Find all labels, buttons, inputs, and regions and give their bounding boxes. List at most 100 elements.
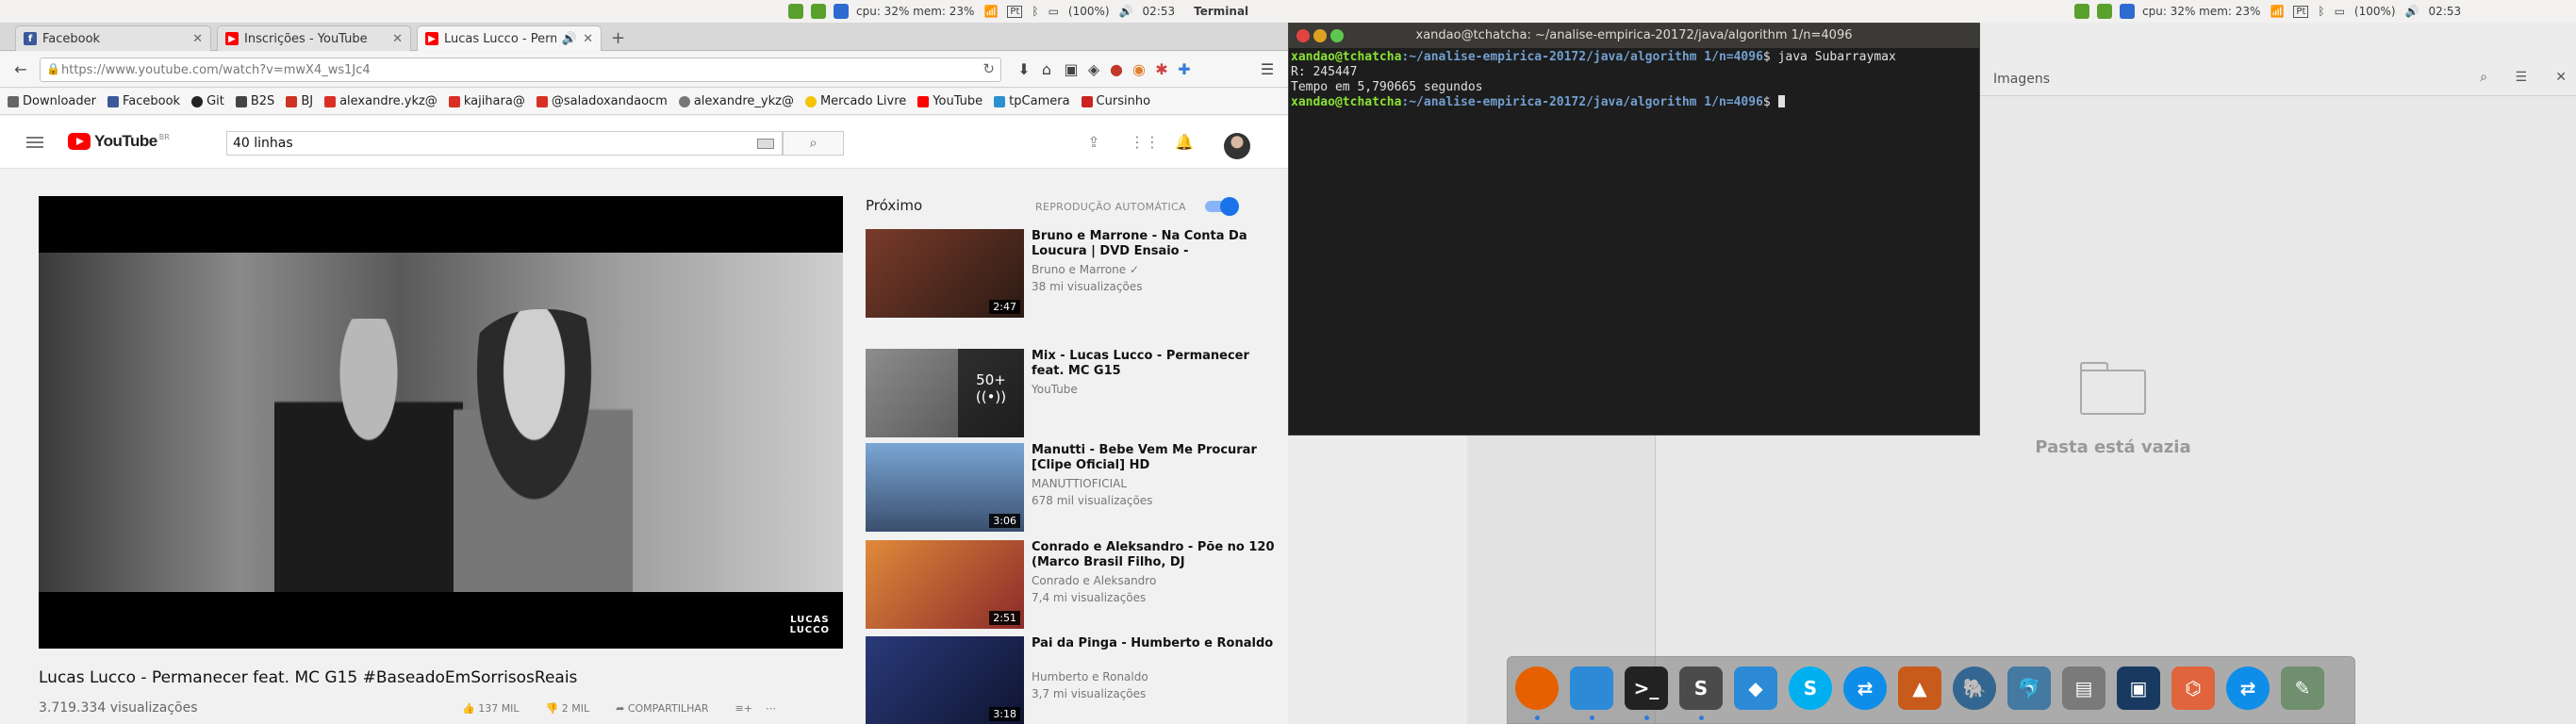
apps-icon[interactable]: ⋮⋮ [1130, 133, 1160, 152]
volume-icon[interactable]: 🔊 [1119, 5, 1133, 18]
updates-icon[interactable] [2074, 4, 2089, 19]
search-icon[interactable]: ⌕ [2480, 70, 2487, 85]
teamviewer-icon[interactable]: ⇄ [1843, 666, 1887, 710]
volume-icon[interactable]: 🔊 [2405, 5, 2419, 18]
extension-icon[interactable]: ◈ [1084, 60, 1103, 79]
recommendation-channel[interactable]: YouTube [1032, 383, 1078, 396]
recommendation-channel[interactable]: MANUTTIOFICIAL [1032, 477, 1127, 490]
finder-icon[interactable] [1570, 666, 1613, 710]
dislike-button[interactable]: 👎 2 MIL [546, 702, 603, 715]
search-input[interactable]: 40 linhas [226, 131, 783, 156]
wifi-icon[interactable]: 📶 [983, 5, 998, 18]
close-icon[interactable]: ✕ [192, 32, 203, 46]
recommendation-title[interactable]: Conrado e Aleksandro - Põe no 120 (Marco… [1032, 540, 1277, 570]
menu-icon[interactable]: ☰ [1258, 60, 1277, 79]
video-thumbnail[interactable]: 3:06 [866, 443, 1024, 532]
bookmark-item[interactable]: Mercado Livre [804, 94, 906, 108]
close-button[interactable] [1296, 29, 1310, 42]
battery-icon[interactable]: ▭ [1049, 5, 1059, 18]
video-thumbnail[interactable]: 2:51 [866, 540, 1024, 629]
back-icon[interactable]: ← [11, 60, 30, 79]
bookmark-item[interactable]: YouTube [917, 94, 983, 108]
shield-icon[interactable] [2097, 4, 2112, 19]
avatar[interactable] [1224, 133, 1250, 159]
recommendation-item[interactable]: 3:06 Manutti - Bebe Vem Me Procurar [Cli… [866, 443, 1280, 532]
maximize-button[interactable] [1330, 29, 1344, 42]
terminal-output[interactable]: xandao@tchatcha:~/analise-empirica-20172… [1291, 50, 1977, 110]
video-player[interactable]: LUCAS LUCCO [39, 196, 843, 649]
reload-icon[interactable]: ↻ [983, 60, 995, 77]
extension-icon[interactable]: ✚ [1175, 60, 1194, 79]
bookmark-item[interactable]: kajihara@ [448, 94, 525, 108]
extension-icon[interactable]: ✱ [1152, 60, 1171, 79]
teamviewer-tray-icon[interactable] [834, 4, 849, 19]
bookmark-item[interactable]: Downloader [8, 94, 96, 108]
recommendation-title[interactable]: Manutti - Bebe Vem Me Procurar [Clipe Of… [1032, 443, 1277, 473]
system-monitor-text[interactable]: cpu: 32% mem: 23% [2142, 5, 2260, 18]
hamburger-menu-icon[interactable] [26, 137, 43, 148]
bookmark-item[interactable]: Facebook [107, 94, 180, 108]
system-monitor-text[interactable]: cpu: 32% mem: 23% [856, 5, 974, 18]
minimize-button[interactable] [1313, 29, 1327, 42]
bookmark-item[interactable]: B2S [235, 94, 274, 108]
teamviewer-icon[interactable]: ⇄ [2226, 666, 2270, 710]
recommendation-channel[interactable]: Bruno e Marrone ✓ [1032, 263, 1139, 276]
recommendation-item[interactable]: 2:51 Conrado e Aleksandro - Põe no 120 (… [866, 540, 1280, 629]
bookmark-item[interactable]: BJ [286, 94, 313, 108]
close-icon[interactable]: ✕ [392, 32, 403, 46]
keyboard-icon[interactable] [757, 139, 774, 149]
video-thumbnail[interactable]: 2:47 [866, 229, 1024, 318]
video-thumbnail[interactable]: 50+ ((•)) [866, 349, 1024, 437]
audio-icon[interactable]: 🔊 [562, 32, 577, 46]
more-icon[interactable]: ⋯ [766, 702, 776, 715]
youtube-logo[interactable]: YouTube BR [68, 132, 170, 151]
bookmark-item[interactable]: Git [191, 94, 224, 108]
like-button[interactable]: 👍 137 MIL [462, 702, 533, 715]
recommendation-item[interactable]: 50+ ((•)) Mix - Lucas Lucco - Permanecer … [866, 349, 1280, 437]
recommendation-title[interactable]: Bruno e Marrone - Na Conta Da Loucura | … [1032, 229, 1277, 259]
recommendation-item[interactable]: 3:18 Pai da Pinga - Humberto e Ronaldo H… [866, 636, 1280, 724]
video-thumbnail[interactable]: 3:18 [866, 636, 1024, 724]
dropbox-icon[interactable]: ◆ [1734, 666, 1777, 710]
add-to-playlist-icon[interactable]: ≡+ [735, 702, 752, 715]
bluetooth-icon[interactable]: ᛒ [2318, 5, 2324, 18]
menu-icon[interactable]: ☰ [2515, 70, 2527, 85]
keyboard-layout-indicator[interactable]: Pt [1007, 5, 1023, 18]
recommendation-channel[interactable]: Conrado e Aleksandro [1032, 574, 1156, 587]
upload-icon[interactable]: ⇪ [1084, 133, 1103, 152]
wifi-icon[interactable]: 📶 [2270, 5, 2284, 18]
autoplay-toggle[interactable] [1205, 197, 1239, 216]
bookmark-item[interactable]: tpCamera [994, 94, 1070, 108]
system-settings-icon[interactable]: ▤ [2062, 666, 2105, 710]
share-button[interactable]: ➦ COMPARTILHAR [616, 702, 721, 715]
close-icon[interactable]: ✕ [583, 32, 593, 46]
recommendation-item[interactable]: 2:47 Bruno e Marrone - Na Conta Da Loucu… [866, 229, 1280, 318]
search-button[interactable]: ⌕ [783, 131, 844, 156]
home-icon[interactable]: ⌂ [1037, 60, 1056, 79]
updates-icon[interactable] [788, 4, 803, 19]
recommendation-title[interactable]: Mix - Lucas Lucco - Permanecer feat. MC … [1032, 349, 1277, 379]
notifications-icon[interactable]: 🔔 [1175, 133, 1194, 152]
virtualbox-icon[interactable]: ▣ [2117, 666, 2160, 710]
tab-lucas-lucco[interactable]: ▶ Lucas Lucco - Perma 🔊 ✕ [417, 25, 602, 51]
url-bar[interactable]: 🔒 https://www.youtube.com/watch?v=mwX4_w… [40, 58, 1001, 82]
tab-inscricoes[interactable]: ▶ Inscrições - YouTube ✕ [217, 25, 411, 51]
bookmark-item[interactable]: alexandre_ykz@ [678, 94, 794, 108]
text-editor-icon[interactable]: ✎ [2281, 666, 2324, 710]
network-icon[interactable]: ⌬ [2171, 666, 2215, 710]
extension-icon[interactable]: ▣ [1062, 60, 1081, 79]
adblock-icon[interactable]: ● [1107, 60, 1126, 79]
close-icon[interactable]: ✕ [2555, 70, 2567, 85]
sublime-text-icon[interactable]: S [1679, 666, 1723, 710]
mysql-icon[interactable]: 🐬 [2007, 666, 2051, 710]
teamviewer-tray-icon[interactable] [2120, 4, 2135, 19]
bookmark-item[interactable]: Cursinho [1081, 94, 1150, 108]
tab-facebook[interactable]: f Facebook ✕ [15, 25, 211, 51]
recommendation-channel[interactable]: Humberto e Ronaldo [1032, 670, 1148, 683]
terminal-window[interactable]: xandao@tchatcha: ~/analise-empirica-2017… [1288, 23, 1980, 436]
new-tab-button[interactable]: + [611, 28, 625, 48]
clock[interactable]: 02:53 [2429, 5, 2462, 18]
keyboard-layout-indicator[interactable]: Pt [2293, 5, 2309, 18]
download-icon[interactable]: ⬇ [1015, 60, 1033, 79]
clock[interactable]: 02:53 [1143, 5, 1176, 18]
